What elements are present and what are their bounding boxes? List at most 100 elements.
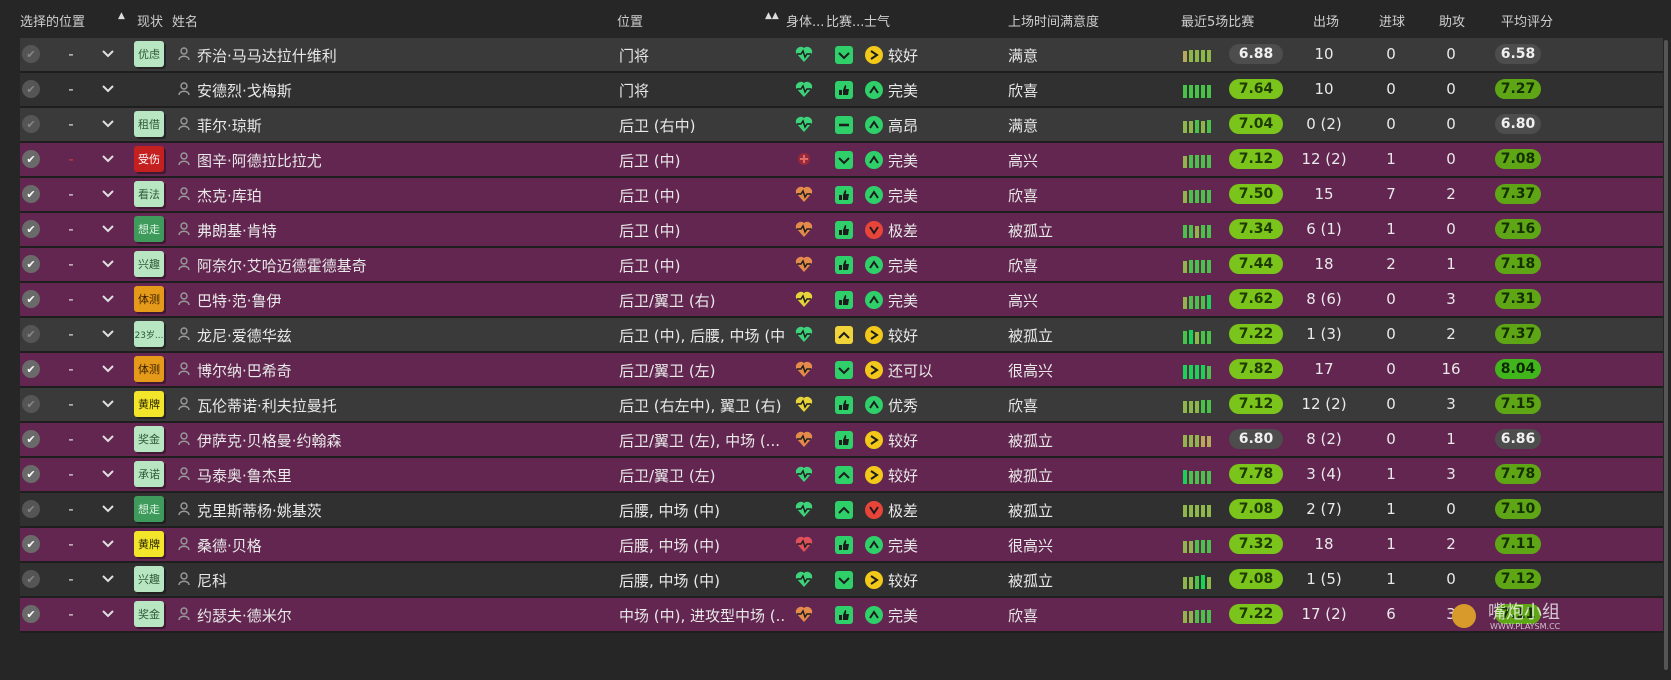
player-name[interactable]: 龙尼·爱德华兹 — [197, 325, 292, 346]
table-row[interactable]: ✔ - 承诺 马泰奥·鲁杰里 后卫/翼卫 (左) 较好 被孤立 7.78 3 (4) 1 3 7.78 — [20, 458, 1663, 493]
select-checkbox[interactable]: ✔ — [22, 45, 40, 63]
player-name[interactable]: 乔治·马马达拉什维利 — [197, 45, 337, 66]
select-checkbox[interactable]: ✔ — [22, 325, 40, 343]
select-checkbox[interactable]: ✔ — [22, 185, 40, 203]
selected-position[interactable]: - — [66, 360, 76, 378]
col-name[interactable]: 姓名 — [172, 11, 198, 30]
table-row[interactable]: ✔ - 奖金 伊萨克·贝格曼·约翰森 后卫/翼卫 (左), 中场 (... 较好 被孤立 6.… — [20, 423, 1663, 458]
selected-position[interactable]: - — [66, 115, 76, 133]
player-name[interactable]: 图辛·阿德拉比拉尤 — [197, 150, 322, 171]
selected-position[interactable]: - — [66, 500, 76, 518]
select-checkbox[interactable]: ✔ — [22, 360, 40, 378]
status-badge[interactable]: 体测 — [134, 356, 164, 382]
status-badge[interactable]: 租借 — [134, 111, 164, 137]
chevron-down-icon[interactable] — [100, 291, 116, 307]
chevron-down-icon[interactable] — [100, 606, 116, 622]
col-apps[interactable]: 出场 — [1313, 11, 1339, 30]
chevron-down-icon[interactable] — [100, 151, 116, 167]
player-name[interactable]: 约瑟夫·德米尔 — [197, 605, 292, 626]
select-checkbox[interactable]: ✔ — [22, 150, 40, 168]
chevron-down-icon[interactable] — [100, 396, 116, 412]
selected-position[interactable]: - — [66, 290, 76, 308]
player-name[interactable]: 桑德·贝格 — [197, 535, 262, 556]
status-badge[interactable]: 承诺 — [134, 461, 164, 487]
status-badge[interactable]: 兴趣 — [134, 251, 164, 277]
select-checkbox[interactable]: ✔ — [22, 395, 40, 413]
player-name[interactable]: 阿奈尔·艾哈迈德霍德基奇 — [197, 255, 367, 276]
col-last5[interactable]: 最近5场比赛 — [1181, 11, 1254, 30]
table-row[interactable]: ✔ - 黄牌 桑德·贝格 后腰, 中场 (中) 完美 很高兴 7.32 18 1 2 7.11 — [20, 528, 1663, 563]
select-checkbox[interactable]: ✔ — [22, 430, 40, 448]
chevron-down-icon[interactable] — [100, 361, 116, 377]
table-row[interactable]: ✔ - 优虑 乔治·马马达拉什维利 门将 较好 满意 6.88 10 0 0 6.58 — [20, 38, 1663, 73]
selected-position[interactable]: - — [66, 535, 76, 553]
player-name[interactable]: 巴特·范·鲁伊 — [197, 290, 282, 311]
col-status[interactable]: 现状 — [137, 11, 163, 30]
chevron-down-icon[interactable] — [100, 466, 116, 482]
select-checkbox[interactable]: ✔ — [22, 115, 40, 133]
chevron-down-icon[interactable] — [100, 501, 116, 517]
status-badge[interactable]: 奖金 — [134, 426, 164, 452]
table-row[interactable]: ✔ - 看法 杰克·库珀 后卫 (中) 完美 欣喜 7.50 15 7 2 7.37 — [20, 178, 1663, 213]
table-row[interactable]: ✔ - 奖金 约瑟夫·德米尔 中场 (中), 进攻型中场 (... 完美 欣喜 7.22 17 … — [20, 598, 1663, 633]
table-row[interactable]: ✔ - 想走 弗朗基·肯特 后卫 (中) 极差 被孤立 7.34 6 (1) 1 0 7.16 — [20, 213, 1663, 248]
col-assists[interactable]: 助攻 — [1439, 11, 1465, 30]
col-match[interactable]: 比赛... — [826, 11, 864, 30]
player-name[interactable]: 伊萨克·贝格曼·约翰森 — [197, 430, 342, 451]
chevron-down-icon[interactable] — [100, 431, 116, 447]
col-avg[interactable]: 平均评分 — [1501, 11, 1553, 30]
col-morale[interactable]: 士气 — [864, 11, 890, 30]
select-checkbox[interactable]: ✔ — [22, 465, 40, 483]
selected-position[interactable]: - — [66, 395, 76, 413]
table-row[interactable]: ✔ - 体测 博尔纳·巴希奇 后卫/翼卫 (左) 还可以 很高兴 7.82 17 0 16 8.04 — [20, 353, 1663, 388]
player-name[interactable]: 弗朗基·肯特 — [197, 220, 277, 241]
status-badge[interactable]: 兴趣 — [134, 566, 164, 592]
selected-position[interactable]: - — [66, 150, 76, 168]
selected-position[interactable]: - — [66, 430, 76, 448]
status-badge[interactable]: 奖金 — [134, 601, 164, 627]
selected-position[interactable]: - — [66, 255, 76, 273]
status-badge[interactable]: 想走 — [134, 496, 164, 522]
sort-double-up-icon[interactable]: ▲▲ — [765, 11, 779, 21]
table-row[interactable]: ✔ - 租借 菲尔·琼斯 后卫 (右中) 高昂 满意 7.04 0 (2) 0 0 6.80 — [20, 108, 1663, 143]
selected-position[interactable]: - — [66, 80, 76, 98]
status-badge[interactable]: 看法 — [134, 181, 164, 207]
table-row[interactable]: ✔ - 安德烈·戈梅斯 门将 完美 欣喜 7.64 10 0 0 7.27 — [20, 73, 1663, 108]
selected-position[interactable]: - — [66, 570, 76, 588]
table-row[interactable]: ✔ - 想走 克里斯蒂杨·姚基茨 后腰, 中场 (中) 极差 被孤立 7.08 2 (7) 1 0 7… — [20, 493, 1663, 528]
player-name[interactable]: 安德烈·戈梅斯 — [197, 80, 292, 101]
select-checkbox[interactable]: ✔ — [22, 500, 40, 518]
select-checkbox[interactable]: ✔ — [22, 255, 40, 273]
col-selected[interactable]: 选择的位置 — [20, 11, 85, 30]
chevron-down-icon[interactable] — [100, 116, 116, 132]
selected-position[interactable]: - — [66, 45, 76, 63]
selected-position[interactable]: - — [66, 185, 76, 203]
status-badge[interactable]: 优虑 — [134, 41, 164, 67]
col-position[interactable]: 位置 — [617, 11, 643, 30]
table-row[interactable]: ✔ - 体测 巴特·范·鲁伊 后卫/翼卫 (右) 完美 高兴 7.62 8 (6) 0 3 7.31 — [20, 283, 1663, 318]
player-name[interactable]: 尼科 — [197, 570, 227, 591]
selected-position[interactable]: - — [66, 325, 76, 343]
status-badge[interactable]: 黄牌 — [134, 391, 164, 417]
status-badge[interactable]: 体测 — [134, 286, 164, 312]
sort-up-icon[interactable]: ▲ — [118, 11, 125, 21]
table-row[interactable]: ✔ - 受伤 图辛·阿德拉比拉尤 后卫 (中) 完美 高兴 7.12 12 (2) 1 0 7.08 — [20, 143, 1663, 178]
col-goals[interactable]: 进球 — [1379, 11, 1405, 30]
table-row[interactable]: ✔ - 23岁... 龙尼·爱德华兹 后卫 (中), 后腰, 中场 (中) 较好 被孤立 7.… — [20, 318, 1663, 353]
player-name[interactable]: 瓦伦蒂诺·利夫拉曼托 — [197, 395, 337, 416]
col-satisfaction[interactable]: 上场时间满意度 — [1008, 11, 1099, 30]
player-name[interactable]: 马泰奥·鲁杰里 — [197, 465, 292, 486]
chevron-down-icon[interactable] — [100, 536, 116, 552]
chevron-down-icon[interactable] — [100, 256, 116, 272]
select-checkbox[interactable]: ✔ — [22, 80, 40, 98]
select-checkbox[interactable]: ✔ — [22, 535, 40, 553]
selected-position[interactable]: - — [66, 220, 76, 238]
player-name[interactable]: 博尔纳·巴希奇 — [197, 360, 292, 381]
chevron-down-icon[interactable] — [100, 571, 116, 587]
col-condition[interactable]: 身体... — [786, 11, 824, 30]
table-row[interactable]: ✔ - 兴趣 尼科 后腰, 中场 (中) 较好 被孤立 7.08 1 (5) 1 0 7.12 — [20, 563, 1663, 598]
select-checkbox[interactable]: ✔ — [22, 570, 40, 588]
chevron-down-icon[interactable] — [100, 186, 116, 202]
status-badge[interactable]: 受伤 — [134, 146, 164, 172]
status-badge[interactable]: 23岁... — [134, 321, 164, 347]
